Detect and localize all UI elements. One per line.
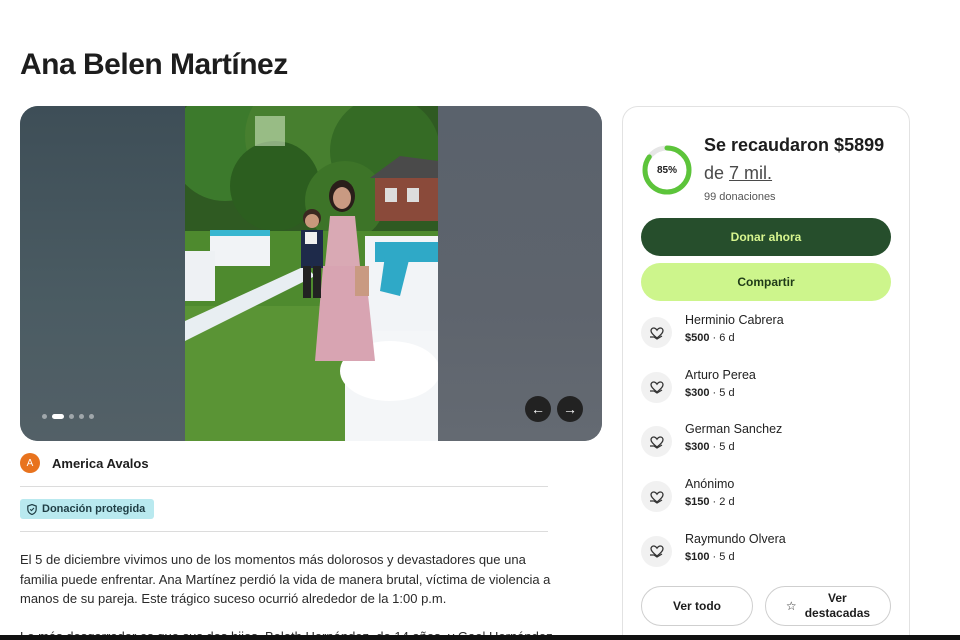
goal-amount: de 7 mil. (704, 163, 772, 184)
donor-item: Anónimo $150 · 2 d (641, 477, 891, 517)
heart-hand-icon (641, 481, 672, 513)
heart-hand-icon (641, 535, 672, 567)
protected-donation-badge[interactable]: Donación protegida (20, 499, 155, 519)
divider (20, 486, 548, 487)
donor-time: 5 d (719, 550, 735, 563)
raised-amount: Se recaudaron $5899 (704, 135, 885, 155)
divider (20, 531, 548, 532)
donations-count: 99 donaciones (704, 191, 776, 203)
gallery-dot[interactable] (69, 414, 74, 419)
separator: · (709, 496, 720, 509)
donor-amount: $300 (685, 386, 710, 399)
share-button[interactable]: Compartir (641, 263, 891, 301)
arrow-right-icon: → (563, 401, 577, 417)
donation-panel: 85% Se recaudaron $5899 de 7 mil. 99 don… (622, 106, 910, 640)
separator: · (709, 332, 720, 344)
gallery-next-button[interactable]: → (557, 396, 583, 422)
see-all-button[interactable]: Ver todo (641, 586, 753, 626)
campaign-photo (185, 106, 438, 441)
see-featured-button[interactable]: ☆ Ver destacadas (765, 586, 891, 626)
page-title: Ana Belen Martínez (20, 48, 288, 81)
arrow-left-icon: ← (531, 401, 545, 417)
avatar: A (20, 453, 40, 473)
see-featured-label-line2: destacadas (804, 606, 871, 620)
separator: · (709, 441, 720, 454)
gallery-dot[interactable] (89, 414, 94, 419)
donor-item: Raymundo Olvera $100 · 5 d (641, 532, 891, 572)
donor-meta: $150 · 2 d (685, 496, 735, 508)
donor-name: Herminio Cabrera (685, 313, 784, 327)
heart-hand-icon (641, 371, 672, 403)
donor-time: 5 d (719, 441, 735, 454)
donor-name: Arturo Perea (685, 367, 756, 382)
gallery-dots (42, 414, 94, 419)
campaign-photo-illustration (185, 106, 438, 441)
donor-item: German Sanchez $300 · 5 d (641, 422, 891, 462)
gallery-blur-right (438, 106, 602, 441)
story-paragraph: El 5 de diciembre vivimos uno de los mom… (20, 552, 551, 606)
donor-time: 2 d (719, 496, 735, 509)
image-gallery[interactable]: ← → (20, 106, 602, 441)
gallery-prev-button[interactable]: ← (525, 396, 551, 422)
progress-percent: 85% (656, 164, 677, 176)
organizer[interactable]: A America Avalos (20, 453, 149, 473)
donor-name: Anónimo (685, 477, 735, 492)
gallery-dot-active[interactable] (52, 414, 64, 419)
heart-hand-icon (641, 317, 672, 348)
heart-hand-icon (641, 426, 672, 458)
bottom-edge (0, 635, 960, 640)
organizer-name[interactable]: America Avalos (52, 456, 149, 471)
donor-item: Arturo Perea $300 · 5 d (641, 368, 891, 408)
donate-now-button[interactable]: Donar ahora (641, 218, 891, 256)
donor-amount: $100 (685, 550, 710, 563)
gallery-dot[interactable] (79, 414, 84, 419)
campaign-story: El 5 de diciembre vivimos uno de los mom… (20, 550, 560, 640)
gallery-dot[interactable] (42, 414, 47, 419)
goal-prefix: de (704, 163, 725, 183)
donor-time: 6 d (719, 332, 735, 344)
donor-name: German Sanchez (685, 422, 783, 437)
donor-meta: $100 · 5 d (685, 551, 735, 563)
donor-time: 5 d (719, 386, 735, 399)
shield-icon (27, 503, 37, 515)
separator: · (709, 386, 720, 399)
badge-label: Donación protegida (42, 503, 146, 515)
donor-meta: $500 · 6 d (685, 332, 735, 344)
gallery-blur-left (20, 106, 185, 441)
donor-amount: $150 (685, 496, 710, 509)
star-icon: ☆ (785, 598, 797, 613)
donor-amount: $500 (685, 332, 710, 344)
donor-amount: $300 (685, 441, 710, 454)
see-featured-label-line1: Ver (828, 591, 847, 605)
donor-name: Raymundo Olvera (685, 531, 786, 546)
donor-meta: $300 · 5 d (685, 441, 735, 453)
donor-meta: $300 · 5 d (685, 387, 735, 399)
separator: · (709, 550, 720, 563)
donor-item: Herminio Cabrera $500 · 6 d (641, 313, 891, 353)
goal-value[interactable]: 7 mil. (729, 163, 772, 183)
